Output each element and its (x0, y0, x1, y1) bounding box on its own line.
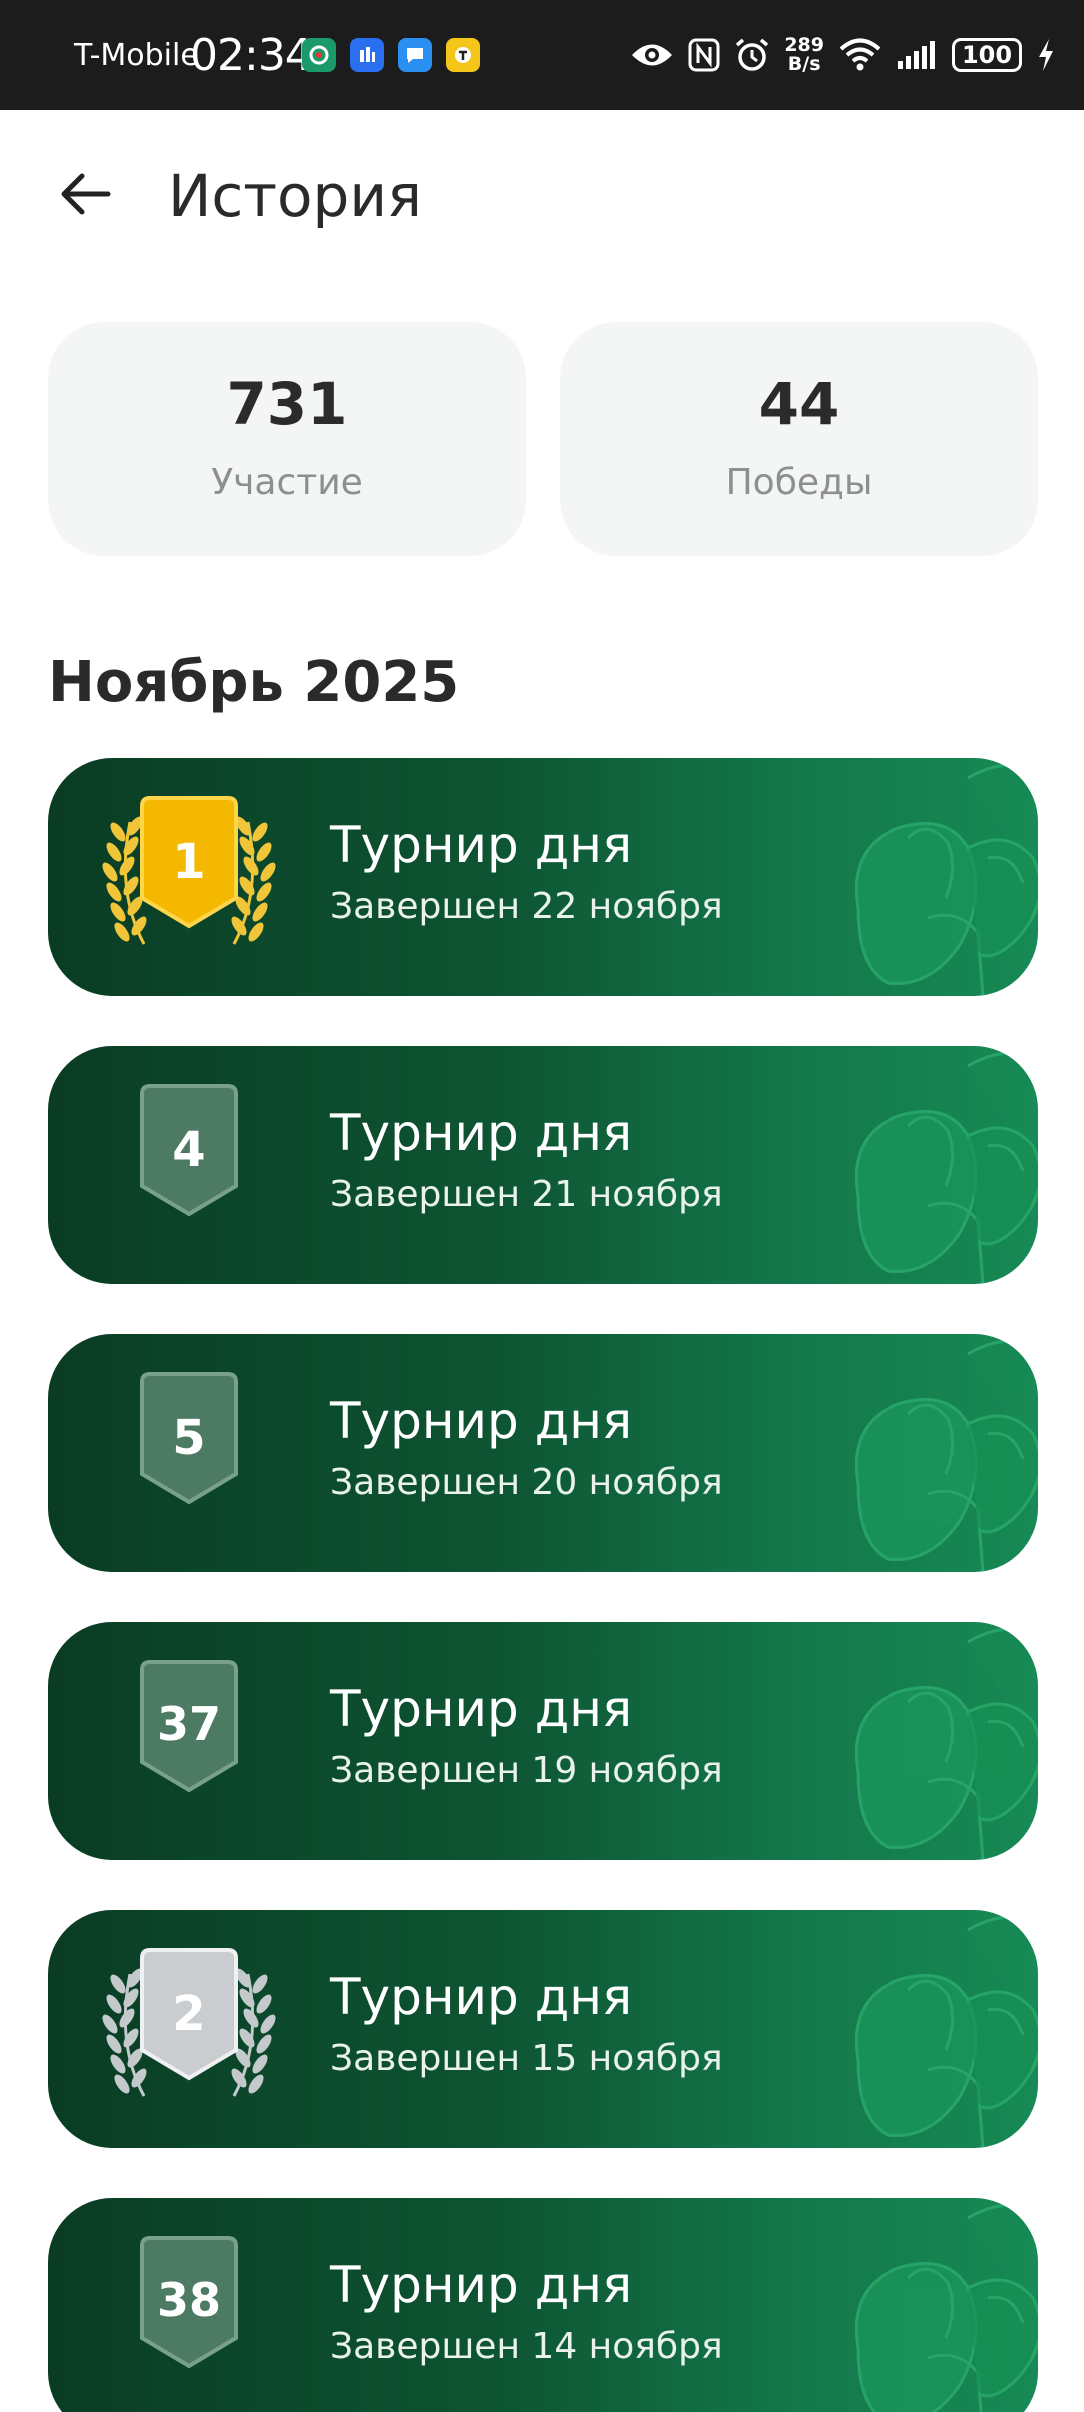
tournament-card[interactable]: 37 Турнир дня Завершен 19 ноября (48, 1622, 1038, 1860)
tournament-title: Турнир дня (330, 1968, 633, 2026)
battery-icon: 100 (952, 38, 1022, 72)
tournament-completed-date: Завершен 19 ноября (330, 1750, 723, 1791)
yellow-app-icon (446, 38, 480, 72)
charging-icon (1036, 38, 1056, 72)
tournament-completed-date: Завершен 20 ноября (330, 1462, 723, 1503)
eye-icon (630, 40, 674, 70)
month-section-title: Ноябрь 2025 (48, 650, 460, 715)
tournament-title: Турнир дня (330, 816, 633, 874)
tournament-card[interactable]: 1 Турнир дня Завершен 22 ноября (48, 758, 1038, 996)
alarm-icon (734, 37, 770, 73)
rank-badge: 5 (140, 1372, 238, 1505)
status-bar: T-Mobile 02:34 289 B/s 100 (0, 0, 1084, 110)
tournament-list: 1 Турнир дня Завершен 22 ноября 4 Турнир… (48, 758, 1038, 2412)
signal-icon (896, 39, 938, 71)
nfc-icon (688, 38, 720, 72)
participation-label: Участие (211, 462, 363, 503)
rank-badge: 4 (140, 1084, 238, 1217)
green-app-icon (302, 38, 336, 72)
rank-number: 5 (172, 1410, 205, 1466)
boxing-gloves-icon (854, 1051, 1038, 1284)
tournament-card[interactable]: 2 Турнир дня Завершен 15 ноября (48, 1910, 1038, 2148)
wins-count: 44 (758, 370, 840, 438)
gold-medal-badge: 1 (102, 796, 276, 945)
tournament-card[interactable]: 4 Турнир дня Завершен 21 ноября (48, 1046, 1038, 1284)
rank-number: 1 (172, 834, 205, 890)
participation-stat-card: 731 Участие (48, 322, 526, 556)
net-speed: 289 B/s (784, 36, 824, 74)
wins-label: Победы (725, 462, 873, 503)
clock: 02:34 (190, 30, 313, 81)
tournament-completed-date: Завершен 21 ноября (330, 1174, 723, 1215)
boxing-gloves-icon (854, 1339, 1038, 1572)
page-title: История (168, 162, 422, 230)
rank-badge: 37 (140, 1660, 238, 1793)
rank-number: 2 (172, 1986, 205, 2042)
tournament-title: Турнир дня (330, 1392, 633, 1450)
wifi-icon (838, 38, 882, 72)
back-button[interactable] (44, 154, 124, 234)
rank-number: 37 (157, 1697, 221, 1751)
participation-count: 731 (226, 370, 348, 438)
rank-badge: 38 (140, 2236, 238, 2369)
rank-number: 38 (157, 2273, 221, 2327)
boxing-gloves-icon (854, 1627, 1038, 1860)
tournament-title: Турнир дня (330, 1104, 633, 1162)
tournament-card[interactable]: 38 Турнир дня Завершен 14 ноября (48, 2198, 1038, 2412)
arrow-left-icon (61, 173, 111, 215)
tournament-completed-date: Завершен 15 ноября (330, 2038, 723, 2079)
wins-stat-card: 44 Победы (560, 322, 1038, 556)
carrier-name: T-Mobile (74, 38, 199, 73)
tournament-title: Турнир дня (330, 2256, 633, 2314)
tournament-completed-date: Завершен 14 ноября (330, 2326, 723, 2367)
rank-number: 4 (172, 1122, 205, 1178)
tournament-card[interactable]: 5 Турнир дня Завершен 20 ноября (48, 1334, 1038, 1572)
boxing-gloves-icon (854, 1915, 1038, 2148)
chat-app-icon (398, 38, 432, 72)
tournament-title: Турнир дня (330, 1680, 633, 1738)
boxing-gloves-icon (854, 763, 1038, 996)
tournament-completed-date: Завершен 22 ноября (330, 886, 723, 927)
boxing-gloves-icon (854, 2203, 1038, 2412)
blue-app-icon (350, 38, 384, 72)
net-speed-unit: B/s (787, 53, 821, 75)
silver-medal-badge: 2 (102, 1948, 276, 2097)
